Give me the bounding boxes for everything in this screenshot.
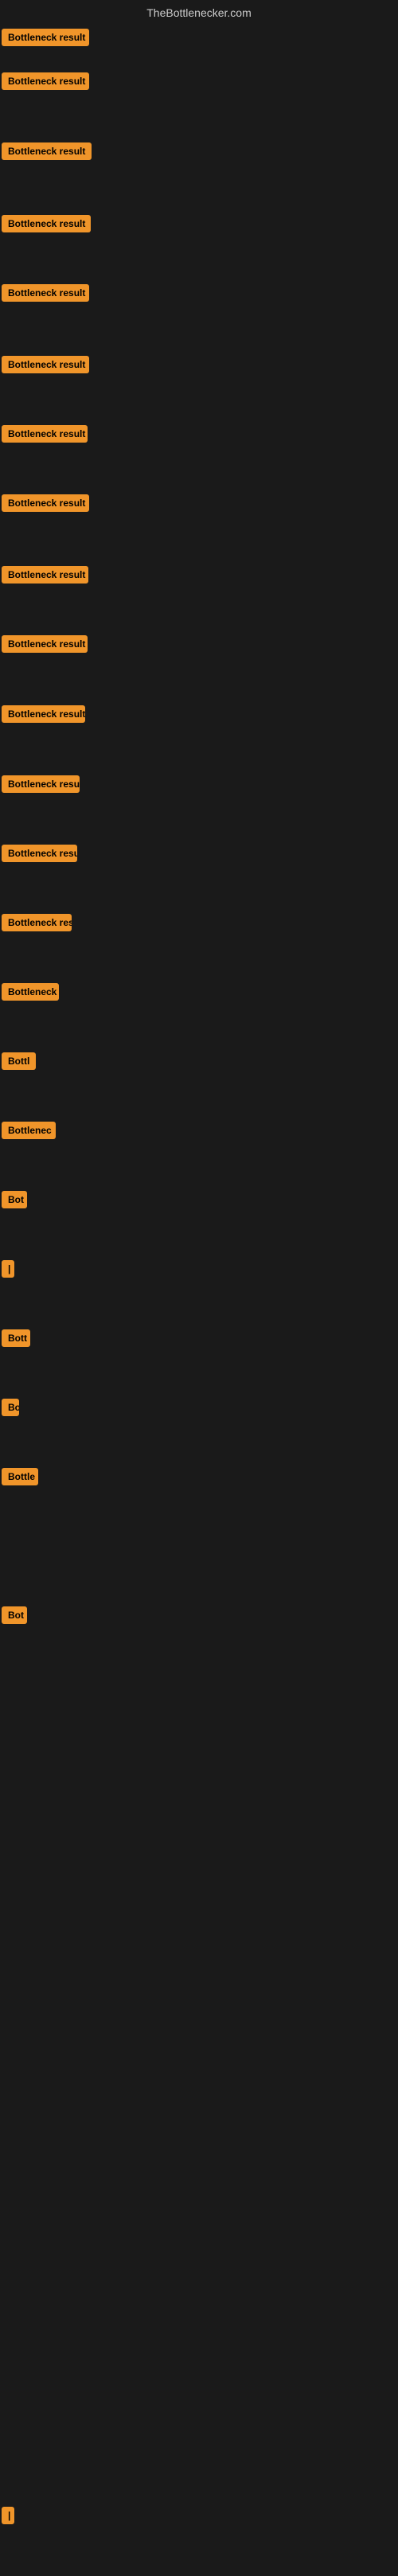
bottleneck-badge-20[interactable]: Bott — [2, 1329, 30, 1347]
bottleneck-row-25: | — [2, 2507, 14, 2528]
bottleneck-row-4: Bottleneck result — [2, 215, 91, 236]
bottleneck-badge-6[interactable]: Bottleneck result — [2, 356, 89, 373]
bottleneck-badge-15[interactable]: Bottleneck — [2, 983, 59, 1001]
bottleneck-row-12: Bottleneck resu — [2, 775, 80, 797]
bottleneck-row-18: Bot — [2, 1191, 27, 1212]
site-title: TheBottlenecker.com — [0, 0, 398, 29]
bottleneck-row-22: Bottle — [2, 1468, 38, 1489]
bottleneck-badge-3[interactable]: Bottleneck result — [2, 142, 92, 160]
bottleneck-row-20: Bott — [2, 1329, 30, 1351]
bottleneck-badge-1[interactable]: Bottleneck result — [2, 29, 89, 46]
bottleneck-badge-9[interactable]: Bottleneck result — [2, 566, 88, 584]
bottleneck-row-8: Bottleneck result — [2, 494, 89, 516]
bottleneck-row-13: Bottleneck resu — [2, 845, 77, 866]
bottleneck-badge-22[interactable]: Bottle — [2, 1468, 38, 1485]
bottleneck-row-19: | — [2, 1260, 14, 1282]
bottleneck-row-21: Bo — [2, 1399, 19, 1420]
bottleneck-badge-13[interactable]: Bottleneck resu — [2, 845, 77, 862]
bottleneck-badge-24[interactable]: Bot — [2, 1606, 27, 1624]
bottleneck-badge-7[interactable]: Bottleneck result — [2, 425, 88, 443]
bottleneck-badge-11[interactable]: Bottleneck result — [2, 705, 85, 723]
bottleneck-badge-12[interactable]: Bottleneck resu — [2, 775, 80, 793]
bottleneck-row-9: Bottleneck result — [2, 566, 88, 587]
bottleneck-row-1: Bottleneck result — [2, 29, 89, 50]
bottleneck-row-5: Bottleneck result — [2, 284, 89, 306]
bottleneck-badge-2[interactable]: Bottleneck result — [2, 72, 89, 90]
bottleneck-badge-25[interactable]: | — [2, 2507, 14, 2524]
bottleneck-row-17: Bottlenec — [2, 1122, 56, 1143]
bottleneck-row-2: Bottleneck result — [2, 72, 89, 94]
bottleneck-badge-18[interactable]: Bot — [2, 1191, 27, 1208]
bottleneck-row-7: Bottleneck result — [2, 425, 88, 447]
bottleneck-badge-14[interactable]: Bottleneck res — [2, 914, 72, 931]
bottleneck-row-3: Bottleneck result — [2, 142, 92, 164]
bottleneck-row-24: Bot — [2, 1606, 27, 1628]
bottleneck-badge-21[interactable]: Bo — [2, 1399, 19, 1416]
bottleneck-badge-5[interactable]: Bottleneck result — [2, 284, 89, 302]
bottleneck-badge-10[interactable]: Bottleneck result — [2, 635, 88, 653]
bottleneck-row-11: Bottleneck result — [2, 705, 85, 727]
bottleneck-badge-4[interactable]: Bottleneck result — [2, 215, 91, 232]
bottleneck-row-14: Bottleneck res — [2, 914, 72, 935]
bottleneck-row-15: Bottleneck — [2, 983, 59, 1005]
bottleneck-badge-16[interactable]: Bottl — [2, 1052, 36, 1070]
bottleneck-row-16: Bottl — [2, 1052, 36, 1074]
bottleneck-row-10: Bottleneck result — [2, 635, 88, 657]
bottleneck-badge-17[interactable]: Bottlenec — [2, 1122, 56, 1139]
bottleneck-badge-19[interactable]: | — [2, 1260, 14, 1278]
bottleneck-row-6: Bottleneck result — [2, 356, 89, 377]
bottleneck-badge-8[interactable]: Bottleneck result — [2, 494, 89, 512]
